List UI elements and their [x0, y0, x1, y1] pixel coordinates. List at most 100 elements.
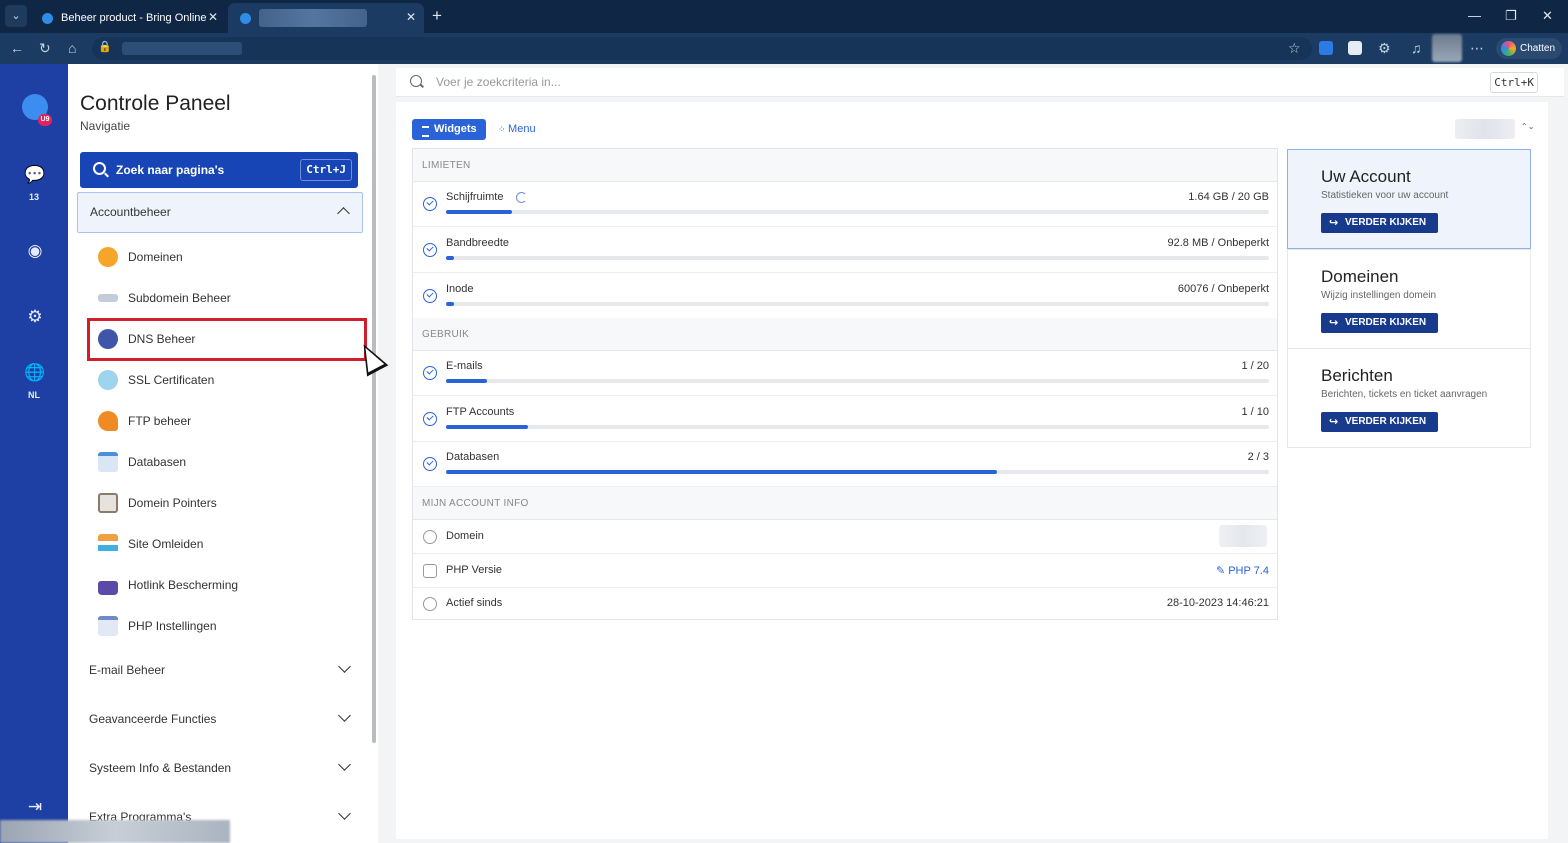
logout-icon[interactable]: ⇥	[24, 796, 46, 818]
copilot-chat-button[interactable]: Chatten	[1496, 38, 1562, 59]
site-info-icon[interactable]: 🔒	[98, 40, 112, 53]
ssl-badge-icon	[98, 370, 118, 390]
clock-icon	[423, 597, 437, 611]
info-row-actief-sinds: Actief sinds 28-10-2023 14:46:21	[413, 587, 1277, 621]
signpost-icon	[98, 534, 118, 554]
progress-bar	[446, 302, 1269, 306]
copilot-logo-icon	[1501, 41, 1516, 56]
extensions-puzzle-icon[interactable]: ⚙	[1378, 40, 1391, 57]
back-icon[interactable]: ←	[10, 40, 24, 56]
usage-header: GEBRUIK	[413, 318, 1277, 351]
sql-icon	[98, 452, 118, 472]
account-selector-redacted[interactable]	[1455, 119, 1515, 139]
nav-item-php-instellingen[interactable]: PHP Instellingen	[98, 611, 348, 641]
monitor-icon	[98, 493, 118, 513]
language-label[interactable]: NL	[0, 390, 68, 400]
chevron-down-icon	[338, 660, 351, 673]
stat-row-bandbreedte: Bandbreedte 92.8 MB / Onbeperkt	[413, 228, 1277, 273]
nav-item-ssl-certificaten[interactable]: SSL Certificaten	[98, 365, 348, 395]
verder-kijken-button[interactable]: VERDER KIJKEN	[1321, 213, 1438, 233]
nav-item-domein-pointers[interactable]: Domein Pointers	[98, 488, 348, 518]
globe-icon[interactable]: 🌐	[24, 362, 46, 384]
progress-bar	[446, 210, 1269, 214]
card-domeinen: Domeinen Wijzig instellingen domein VERD…	[1287, 249, 1531, 349]
status-bar-redacted	[0, 820, 230, 843]
info-row-domein: Domein	[413, 520, 1277, 554]
browser-tab-active[interactable]: Beheer product - Bring Online ✕	[30, 3, 226, 33]
check-circle-icon	[423, 197, 437, 211]
chevron-down-icon	[338, 807, 351, 820]
verder-kijken-button[interactable]: VERDER KIJKEN	[1321, 412, 1438, 432]
nav-item-ftp-beheer[interactable]: FTP beheer	[98, 406, 348, 436]
reload-icon[interactable]: ↻	[39, 40, 51, 57]
accordion-systeem-info[interactable]: Systeem Info & Bestanden	[77, 748, 363, 789]
ftp-icon	[98, 411, 118, 431]
search-icon	[410, 75, 422, 87]
nav-item-databasen[interactable]: Databasen	[98, 447, 348, 477]
tab-close-icon[interactable]: ✕	[208, 10, 218, 24]
accordion-email-beheer[interactable]: E-mail Beheer	[77, 650, 363, 691]
collections-icon[interactable]: ♫	[1411, 40, 1422, 56]
tab-favicon-icon	[42, 12, 53, 24]
profile-avatar[interactable]	[1432, 34, 1462, 62]
gear-icon[interactable]: ⚙	[24, 306, 46, 328]
search-placeholder: Voer je zoekcriteria in...	[436, 75, 561, 89]
nav-item-hotlink-bescherming[interactable]: Hotlink Bescherming	[98, 570, 348, 600]
nav-item-domeinen[interactable]: Domeinen	[98, 242, 348, 272]
check-circle-icon	[423, 366, 437, 380]
verder-kijken-button[interactable]: VERDER KIJKEN	[1321, 313, 1438, 333]
url-redacted	[122, 42, 242, 55]
tab-favicon-icon	[240, 12, 251, 24]
icon-rail: U9 💬 13 ◉ ⚙ 🌐 NL ⇥	[0, 64, 68, 843]
statistics-table: LIMIETEN Schijfruimte 1.64 GB / 20 GB Ba…	[412, 148, 1278, 620]
nav-item-site-omleiden[interactable]: Site Omleiden	[98, 529, 348, 559]
tab-widgets[interactable]: Widgets	[412, 119, 486, 140]
home-icon[interactable]: ⌂	[68, 40, 76, 56]
new-tab-icon[interactable]: +	[432, 6, 442, 26]
close-window-icon[interactable]: ✕	[1542, 8, 1553, 24]
restore-icon[interactable]: ❐	[1505, 8, 1517, 24]
chevron-down-icon	[338, 709, 351, 722]
user-icon[interactable]: ◉	[24, 240, 46, 262]
progress-bar	[446, 256, 1269, 260]
chat-icon[interactable]: 💬	[24, 164, 46, 186]
accordion-geavanceerde-functies[interactable]: Geavanceerde Functies	[77, 699, 363, 740]
globe-icon	[423, 530, 437, 544]
subdomain-icon	[98, 294, 118, 302]
favorite-star-icon[interactable]: ☆	[1288, 40, 1301, 57]
info-row-php-versie: PHP Versie ✎ PHP 7.4	[413, 554, 1277, 588]
chevron-updown-icon[interactable]: ⌃⌄	[1521, 122, 1534, 131]
stat-row-inode: Inode 60076 / Onbeperkt	[413, 274, 1277, 319]
tab-close-icon[interactable]: ✕	[406, 10, 416, 24]
progress-bar	[446, 425, 1269, 429]
search-shortcut: Ctrl+J	[300, 159, 352, 181]
php-version-link[interactable]: ✎ PHP 7.4	[1216, 564, 1269, 577]
more-options-icon[interactable]: ⋯	[1470, 40, 1484, 57]
refresh-icon[interactable]	[516, 192, 527, 203]
url-field[interactable]: 🔒 ☆	[92, 37, 1312, 60]
stat-row-emails: E-mails 1 / 20	[413, 351, 1277, 396]
tab-title: Beheer product - Bring Online	[61, 12, 207, 24]
tab-list-button[interactable]: ⌄	[5, 5, 27, 27]
card-berichten: Berichten Berichten, tickets en ticket a…	[1287, 348, 1531, 448]
global-search-bar[interactable]: Voer je zoekcriteria in... Ctrl+K	[396, 68, 1564, 97]
check-circle-icon	[423, 457, 437, 471]
nav-item-subdomein-beheer[interactable]: Subdomein Beheer	[98, 283, 348, 313]
search-shortcut: Ctrl+K	[1490, 72, 1538, 93]
chevron-down-icon	[338, 758, 351, 771]
tab-menu[interactable]: ⁘ Menu	[498, 119, 536, 140]
navigation-panel: Controle Paneel Navigatie Zoek naar pagi…	[68, 64, 378, 843]
search-icon	[93, 162, 106, 175]
nav-scrollbar[interactable]	[372, 75, 376, 743]
extension-icon[interactable]	[1348, 41, 1362, 55]
tab-title-redacted	[259, 9, 367, 27]
card-uw-account: Uw Account Statistieken voor uw account …	[1287, 149, 1531, 249]
check-circle-icon	[423, 289, 437, 303]
logo-badge: U9	[38, 114, 52, 126]
page-search-button[interactable]: Zoek naar pagina's Ctrl+J	[80, 152, 358, 188]
extension-icon[interactable]	[1319, 41, 1333, 55]
accordion-accountbeheer[interactable]: Accountbeheer	[77, 192, 363, 233]
address-bar-row: ← ↻ ⌂ 🔒 ☆ ⚙ ♫ ⋯ Chatten	[0, 33, 1568, 64]
browser-tab-second[interactable]: ✕	[228, 3, 424, 33]
minimize-icon[interactable]: —	[1468, 8, 1481, 23]
